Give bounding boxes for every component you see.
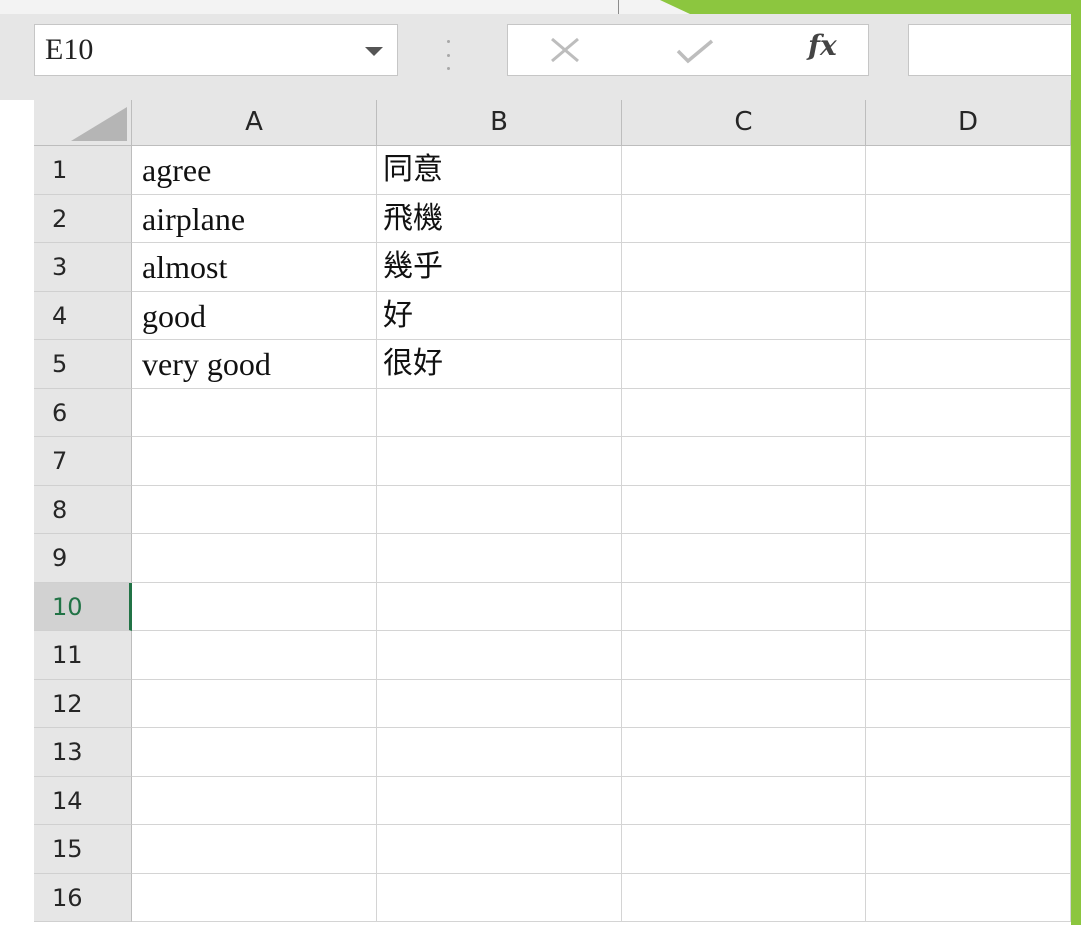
row-header-1[interactable]: 1	[34, 146, 132, 195]
row-header-8[interactable]: 8	[34, 485, 132, 534]
cell-d2[interactable]	[866, 194, 1071, 243]
cell-d16[interactable]	[866, 873, 1071, 922]
cell-a5[interactable]: very good	[132, 340, 377, 389]
cell-b9[interactable]	[377, 534, 622, 583]
cell-d12[interactable]	[866, 679, 1071, 728]
cell-c14[interactable]	[622, 776, 866, 825]
cell-d7[interactable]	[866, 437, 1071, 486]
cell-b3[interactable]: 幾乎	[377, 243, 622, 292]
cell-b2[interactable]: 飛機	[377, 194, 622, 243]
cell-a2[interactable]: airplane	[132, 194, 377, 243]
row-header-12[interactable]: 12	[34, 679, 132, 728]
row-header-3[interactable]: 3	[34, 243, 132, 292]
cell-b4[interactable]: 好	[377, 291, 622, 340]
cell-b12[interactable]	[377, 679, 622, 728]
name-box-value: E10	[45, 33, 94, 66]
cell-c2[interactable]	[622, 194, 866, 243]
select-all-corner[interactable]	[34, 100, 132, 146]
cell-d15[interactable]	[866, 825, 1071, 874]
slide-accent-edge	[1071, 0, 1081, 925]
cell-b15[interactable]	[377, 825, 622, 874]
cell-d6[interactable]	[866, 388, 1071, 437]
cell-d10[interactable]	[866, 582, 1071, 631]
cell-c10[interactable]	[622, 582, 866, 631]
cell-a16[interactable]	[132, 873, 377, 922]
fx-icon[interactable]: fx	[808, 29, 837, 62]
decorative-line	[618, 0, 619, 14]
cell-a3[interactable]: almost	[132, 243, 377, 292]
row-header-10[interactable]: 10	[34, 582, 132, 631]
chevron-down-icon[interactable]	[365, 47, 383, 56]
cell-a1[interactable]: agree	[132, 146, 377, 195]
cell-d5[interactable]	[866, 340, 1071, 389]
formula-bar: E10 fx	[0, 14, 1071, 100]
row-header-6[interactable]: 6	[34, 388, 132, 437]
cell-c7[interactable]	[622, 437, 866, 486]
cell-b10[interactable]	[377, 582, 622, 631]
row-header-4[interactable]: 4	[34, 291, 132, 340]
cell-c3[interactable]	[622, 243, 866, 292]
cell-c11[interactable]	[622, 631, 866, 680]
cell-a6[interactable]	[132, 388, 377, 437]
cell-c8[interactable]	[622, 485, 866, 534]
cell-a13[interactable]	[132, 728, 377, 777]
cell-a15[interactable]	[132, 825, 377, 874]
cell-c9[interactable]	[622, 534, 866, 583]
cell-b14[interactable]	[377, 776, 622, 825]
name-box[interactable]: E10	[34, 24, 398, 76]
cell-a4[interactable]: good	[132, 291, 377, 340]
row-header-14[interactable]: 14	[34, 776, 132, 825]
cell-a8[interactable]	[132, 485, 377, 534]
column-header-a[interactable]: A	[132, 100, 377, 146]
row-header-2[interactable]: 2	[34, 194, 132, 243]
column-header-b[interactable]: B	[377, 100, 622, 146]
row-header-9[interactable]: 9	[34, 534, 132, 583]
row-header-5[interactable]: 5	[34, 340, 132, 389]
cell-b16[interactable]	[377, 873, 622, 922]
cell-c16[interactable]	[622, 873, 866, 922]
cell-c1[interactable]	[622, 146, 866, 195]
cell-d11[interactable]	[866, 631, 1071, 680]
cell-d4[interactable]	[866, 291, 1071, 340]
cell-b6[interactable]	[377, 388, 622, 437]
formula-actions: fx	[507, 24, 869, 76]
cell-c6[interactable]	[622, 388, 866, 437]
cell-b5[interactable]: 很好	[377, 340, 622, 389]
vertical-dots-icon[interactable]	[445, 40, 451, 70]
cell-d9[interactable]	[866, 534, 1071, 583]
cell-c4[interactable]	[622, 291, 866, 340]
cancel-x-icon[interactable]	[548, 35, 582, 65]
slide-accent-band	[660, 0, 1081, 14]
formula-input[interactable]	[908, 24, 1071, 76]
row-header-16[interactable]: 16	[34, 873, 132, 922]
cell-b7[interactable]	[377, 437, 622, 486]
cell-c5[interactable]	[622, 340, 866, 389]
cell-a9[interactable]	[132, 534, 377, 583]
cell-b8[interactable]	[377, 485, 622, 534]
checkmark-icon[interactable]	[674, 35, 716, 65]
cell-a11[interactable]	[132, 631, 377, 680]
column-header-d[interactable]: D	[866, 100, 1071, 146]
cell-d13[interactable]	[866, 728, 1071, 777]
row-header-11[interactable]: 11	[34, 631, 132, 680]
row-header-15[interactable]: 15	[34, 825, 132, 874]
cell-b1[interactable]: 同意	[377, 146, 622, 195]
cell-d1[interactable]	[866, 146, 1071, 195]
column-header-c[interactable]: C	[622, 100, 866, 146]
cell-a7[interactable]	[132, 437, 377, 486]
cell-c15[interactable]	[622, 825, 866, 874]
cell-a14[interactable]	[132, 776, 377, 825]
cell-d14[interactable]	[866, 776, 1071, 825]
cell-d8[interactable]	[866, 485, 1071, 534]
cell-b13[interactable]	[377, 728, 622, 777]
row-header-13[interactable]: 13	[34, 728, 132, 777]
row-header-7[interactable]: 7	[34, 437, 132, 486]
cell-c12[interactable]	[622, 679, 866, 728]
cell-a10[interactable]	[132, 582, 377, 631]
cell-b11[interactable]	[377, 631, 622, 680]
cell-c13[interactable]	[622, 728, 866, 777]
cell-a12[interactable]	[132, 679, 377, 728]
cell-d3[interactable]	[866, 243, 1071, 292]
